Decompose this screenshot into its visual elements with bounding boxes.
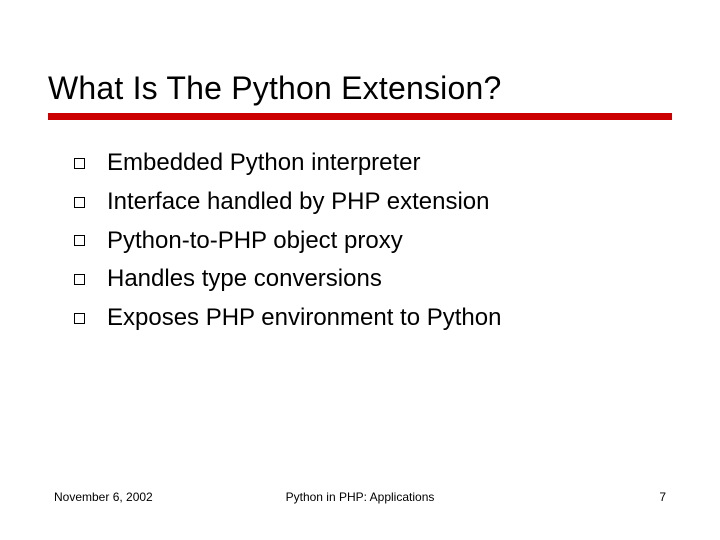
bullet-list: Embedded Python interpreter Interface ha… — [48, 146, 672, 336]
title-underline — [48, 113, 672, 120]
footer-page-number: 7 — [659, 490, 666, 504]
list-item: Embedded Python interpreter — [74, 146, 672, 181]
list-item: Handles type conversions — [74, 262, 672, 297]
bullet-text: Exposes PHP environment to Python — [107, 301, 501, 336]
slide-footer: November 6, 2002 Python in PHP: Applicat… — [54, 490, 666, 504]
list-item: Exposes PHP environment to Python — [74, 301, 672, 336]
square-bullet-icon — [74, 197, 85, 208]
footer-date: November 6, 2002 — [54, 490, 153, 504]
square-bullet-icon — [74, 274, 85, 285]
bullet-text: Interface handled by PHP extension — [107, 185, 489, 220]
footer-title: Python in PHP: Applications — [286, 490, 435, 504]
list-item: Interface handled by PHP extension — [74, 185, 672, 220]
bullet-text: Embedded Python interpreter — [107, 146, 421, 181]
square-bullet-icon — [74, 158, 85, 169]
list-item: Python-to-PHP object proxy — [74, 224, 672, 259]
slide-title: What Is The Python Extension? — [48, 70, 672, 107]
square-bullet-icon — [74, 235, 85, 246]
square-bullet-icon — [74, 313, 85, 324]
bullet-text: Python-to-PHP object proxy — [107, 224, 403, 259]
bullet-text: Handles type conversions — [107, 262, 382, 297]
slide: What Is The Python Extension? Embedded P… — [0, 0, 720, 540]
